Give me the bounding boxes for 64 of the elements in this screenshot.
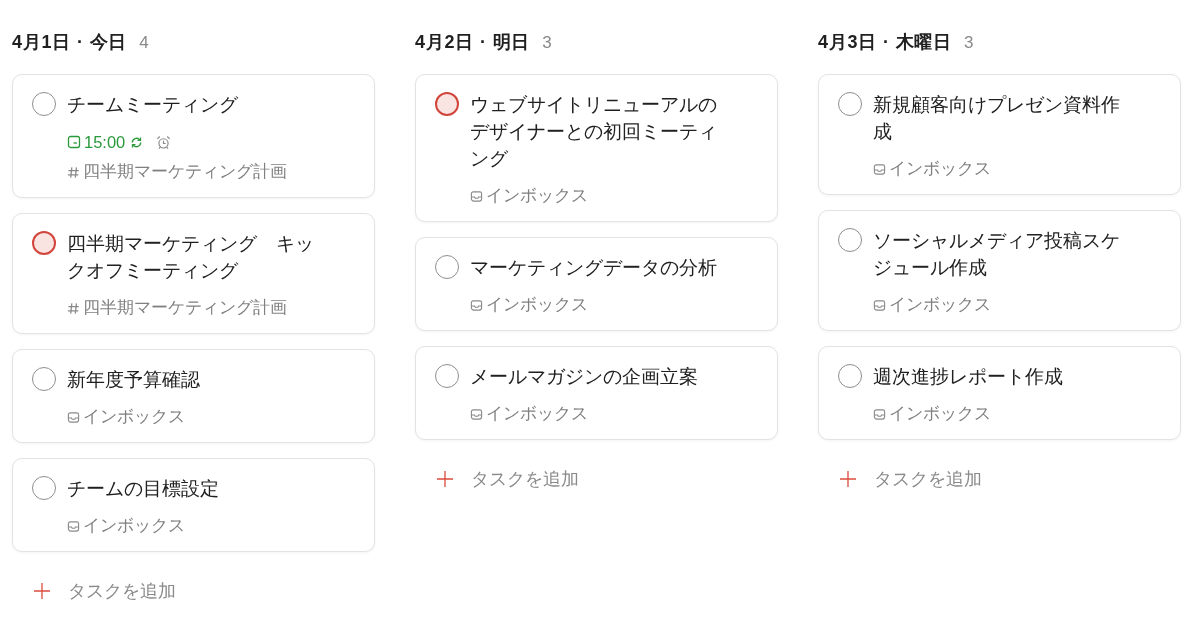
task-checkbox[interactable] <box>838 92 862 116</box>
task-card[interactable]: チームの目標設定 インボックス <box>12 458 375 552</box>
column-title: 4月3日 · 木曜日 <box>818 31 953 54</box>
column-title: 4月1日 · 今日 <box>12 31 128 54</box>
add-task-button[interactable]: タスクを追加 <box>818 461 990 497</box>
inbox-label: インボックス <box>83 515 185 536</box>
task-title: ウェブサイトリニューアルのデザイナーとの初回ミーティング <box>470 93 718 171</box>
tray-icon <box>470 298 483 312</box>
hash-icon <box>67 301 80 315</box>
tray-icon <box>470 407 483 421</box>
task-checkbox[interactable] <box>32 476 56 500</box>
tray-icon <box>873 162 886 176</box>
task-card[interactable]: マーケティングデータの分析 インボックス <box>415 237 778 331</box>
calendar-icon <box>67 135 81 149</box>
inbox-label: インボックス <box>889 294 991 315</box>
task-card[interactable]: 週次進捗レポート作成 インボックス <box>818 346 1181 440</box>
task-card[interactable]: ソーシャルメディア投稿スケジュール作成 インボックス <box>818 210 1181 331</box>
task-count: 3 <box>542 32 552 54</box>
inbox-label: インボックス <box>83 406 185 427</box>
task-checkbox[interactable] <box>32 367 56 391</box>
task-checkbox[interactable] <box>32 231 56 255</box>
task-title: チームミーティング <box>67 93 239 117</box>
task-card[interactable]: 新規顧客向けプレゼン資料作成 インボックス <box>818 74 1181 195</box>
task-card[interactable]: ウェブサイトリニューアルのデザイナーとの初回ミーティング インボックス <box>415 74 778 222</box>
tray-icon <box>873 407 886 421</box>
inbox-label: インボックス <box>889 403 991 424</box>
task-title: 四半期マーケティング キックオフミーティング <box>67 232 315 283</box>
add-task-button[interactable]: タスクを追加 <box>12 573 184 609</box>
plus-icon <box>839 470 857 488</box>
plus-icon <box>436 470 454 488</box>
inbox-label: インボックス <box>889 158 991 179</box>
inbox-label: インボックス <box>486 185 588 206</box>
task-checkbox[interactable] <box>435 92 459 116</box>
column-title: 4月2日 · 明日 <box>415 31 531 54</box>
plus-icon <box>33 582 51 600</box>
task-title: 週次進捗レポート作成 <box>873 365 1064 389</box>
project-label: 四半期マーケティング計画 <box>83 161 287 182</box>
due-time: 15:00 <box>84 132 126 152</box>
tray-icon <box>873 298 886 312</box>
task-card[interactable]: チームミーティング 15:00 四半期マーケティング計画 <box>12 74 375 198</box>
task-checkbox[interactable] <box>32 92 56 116</box>
add-task-button[interactable]: タスクを追加 <box>415 461 587 497</box>
task-card[interactable]: 四半期マーケティング キックオフミーティング 四半期マーケティング計画 <box>12 213 375 334</box>
task-title: メールマガジンの企画立案 <box>470 365 699 389</box>
project-label: 四半期マーケティング計画 <box>83 297 287 318</box>
inbox-label: インボックス <box>486 403 588 424</box>
tray-icon <box>67 410 80 424</box>
task-title: ソーシャルメディア投稿スケジュール作成 <box>873 229 1121 280</box>
tray-icon <box>470 189 483 203</box>
task-card[interactable]: 新年度予算確認 インボックス <box>12 349 375 443</box>
task-count: 4 <box>139 32 149 54</box>
task-title: 新規顧客向けプレゼン資料作成 <box>873 93 1121 144</box>
hash-icon <box>67 165 80 179</box>
task-title: 新年度予算確認 <box>67 368 201 392</box>
task-count: 3 <box>964 32 974 54</box>
task-checkbox[interactable] <box>435 364 459 388</box>
task-checkbox[interactable] <box>838 228 862 252</box>
tray-icon <box>67 519 80 533</box>
task-card[interactable]: メールマガジンの企画立案 インボックス <box>415 346 778 440</box>
inbox-label: インボックス <box>486 294 588 315</box>
task-title: チームの目標設定 <box>67 477 220 501</box>
task-checkbox[interactable] <box>435 255 459 279</box>
task-checkbox[interactable] <box>838 364 862 388</box>
task-title: マーケティングデータの分析 <box>470 256 718 280</box>
